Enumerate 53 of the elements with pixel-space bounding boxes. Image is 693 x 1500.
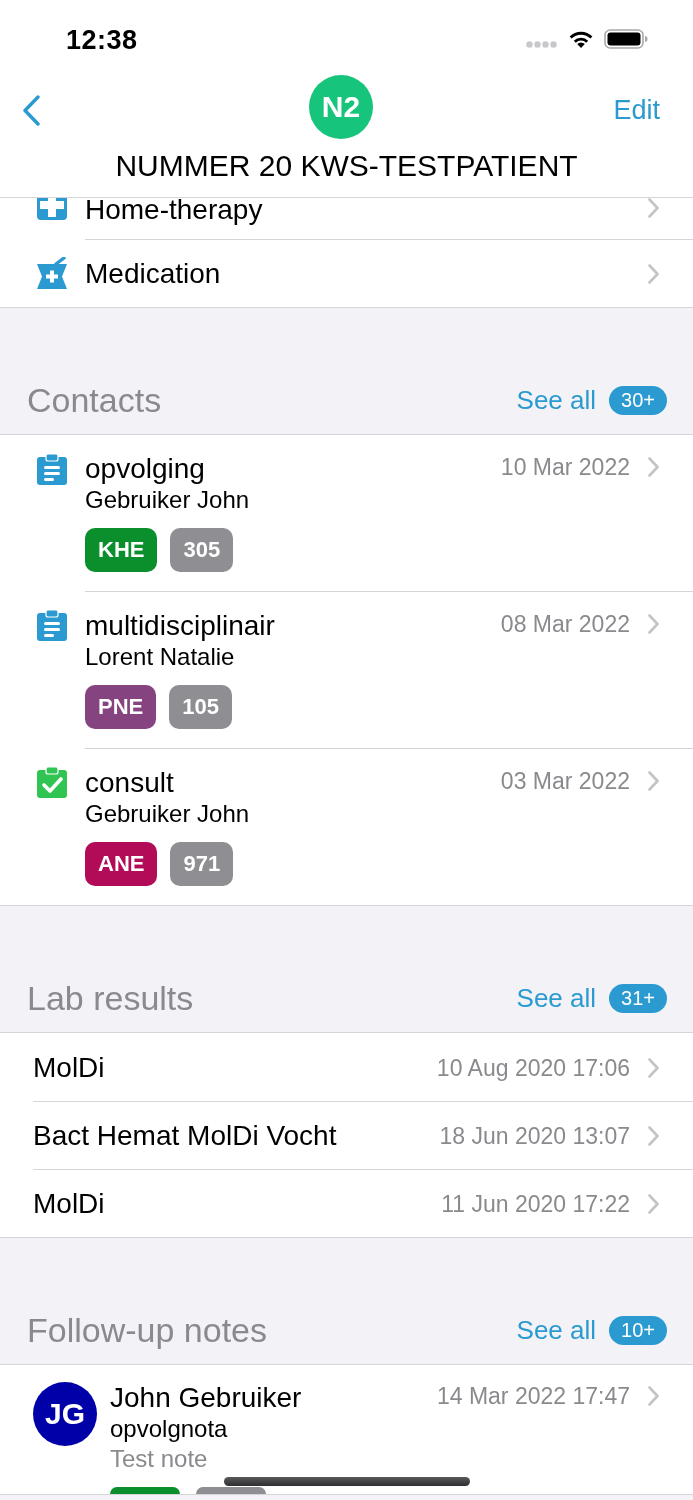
menu-item[interactable]: Medication	[85, 256, 648, 291]
section-title: Lab results	[27, 981, 194, 1015]
tag-chip: 105	[169, 685, 232, 729]
chevron-right-icon	[648, 198, 659, 218]
lab-result-name[interactable]: MolDi	[33, 1186, 442, 1221]
count-badge: 30+	[609, 385, 667, 415]
back-button[interactable]	[22, 94, 40, 126]
patient-name: NUMMER 20 KWS-TESTPATIENT	[114, 148, 579, 184]
contact-date: 08 Mar 2022	[500, 610, 630, 638]
contact-author: Gebruiker John	[85, 799, 250, 829]
chevron-right-icon	[648, 771, 659, 791]
patient-avatar: N2	[309, 75, 373, 139]
chevron-right-icon	[648, 1125, 659, 1146]
chevron-right-icon	[648, 614, 659, 634]
lab-result-date: 18 Jun 2020 13:07	[439, 1121, 630, 1150]
chevron-left-icon	[22, 94, 40, 126]
user-avatar: JG	[33, 1382, 97, 1446]
note-title: opvolgnota	[110, 1414, 229, 1444]
tag-chip: KHE	[85, 528, 158, 572]
tag-chip: 971	[170, 842, 234, 886]
tag-chip: 305	[170, 528, 234, 572]
lab-result-name[interactable]: Bact Hemat MolDi Vocht	[33, 1118, 440, 1153]
chevron-right-icon	[648, 263, 659, 284]
mortar-icon	[37, 257, 67, 289]
clipboard-icon	[37, 609, 67, 641]
lab-result-name[interactable]: MolDi	[33, 1050, 437, 1085]
chevron-right-icon	[648, 1386, 659, 1406]
clipboard-icon	[37, 453, 67, 485]
contact-title[interactable]: multidisciplinair	[85, 610, 275, 642]
contact-title[interactable]: opvolging	[85, 453, 250, 485]
section-title: Contacts	[27, 383, 162, 417]
clipboard-check-icon	[37, 766, 67, 798]
lab-result-date: 10 Aug 2020 17:06	[436, 1053, 630, 1082]
section-title: Follow-up notes	[27, 1313, 267, 1347]
tag-chip: ANE	[85, 842, 158, 886]
contact-date: 03 Mar 2022	[500, 767, 630, 795]
contact-author: Lorent Natalie	[85, 642, 236, 672]
note-text: Test note	[110, 1444, 209, 1474]
chevron-right-icon	[648, 1193, 659, 1214]
chevron-right-icon	[648, 1057, 659, 1078]
signal-icon	[526, 40, 558, 48]
contact-title[interactable]: consult	[85, 767, 250, 799]
note-date: 14 Mar 2022 17:47	[436, 1382, 630, 1410]
count-badge: 31+	[609, 983, 667, 1013]
battery-icon	[604, 28, 648, 49]
contact-date: 10 Mar 2022	[500, 453, 630, 481]
lab-result-date: 11 Jun 2020 17:22	[441, 1189, 630, 1218]
chevron-right-icon	[648, 457, 659, 477]
status-time: 12:38	[66, 23, 138, 56]
count-badge: 10+	[609, 1315, 667, 1345]
note-author[interactable]: John Gebruiker	[110, 1382, 302, 1414]
tag-chip: PNE	[85, 685, 157, 729]
contact-author: Gebruiker John	[85, 485, 250, 515]
